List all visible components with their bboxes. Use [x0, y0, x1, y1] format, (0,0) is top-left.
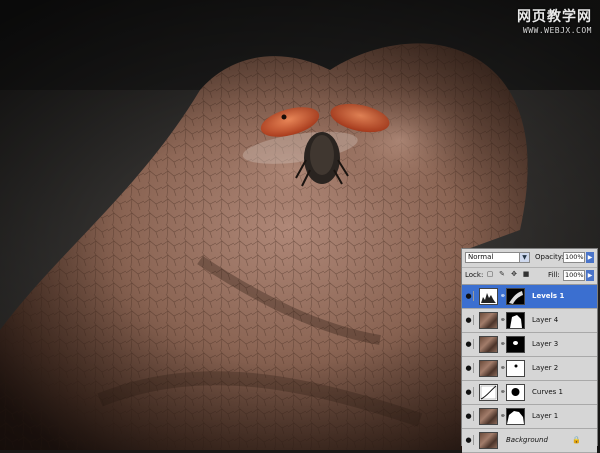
layer-row-layer-3[interactable]: ● ⚭ Layer 3 — [462, 333, 597, 357]
layers-panel: Normal ▼ Opacity: 100% ▶ Lock: ▢ ✎ ✥ ■ F… — [461, 248, 598, 453]
lock-fill-row: Lock: ▢ ✎ ✥ ■ Fill: 100% ▶ — [462, 267, 597, 285]
layer-name: Layer 4 — [532, 316, 559, 324]
eye-icon[interactable]: ● — [464, 387, 474, 397]
lock-all-icon[interactable]: ■ — [522, 270, 530, 279]
layer-row-levels-1[interactable]: ● ⚭ Levels 1 — [462, 285, 597, 309]
photo-thumbnail — [479, 432, 498, 449]
eye-icon[interactable]: ● — [464, 435, 474, 445]
opacity-input[interactable]: 100% — [563, 252, 585, 263]
blend-mode-value: Normal — [468, 253, 494, 261]
layer-row-layer-1[interactable]: ● ⚭ Layer 1 — [462, 405, 597, 429]
photo-thumbnail — [479, 360, 498, 377]
layer-name: Curves 1 — [532, 388, 563, 396]
layer-row-background[interactable]: ● Background 🔒 — [462, 429, 597, 453]
photo-thumbnail — [479, 312, 498, 329]
curves-adjustment-icon — [479, 384, 498, 401]
layer-name: Background — [506, 436, 548, 444]
fill-slider-button[interactable]: ▶ — [586, 270, 594, 281]
eye-icon[interactable]: ● — [464, 339, 474, 349]
layer-row-curves-1[interactable]: ● ⚭ Curves 1 — [462, 381, 597, 405]
mask-thumbnail[interactable] — [506, 288, 525, 305]
lock-transparency-icon[interactable]: ▢ — [486, 270, 494, 279]
lock-brush-icon[interactable]: ✎ — [498, 270, 506, 279]
chevron-down-icon: ▼ — [519, 253, 529, 262]
eye-icon[interactable]: ● — [464, 291, 474, 301]
opacity-slider-button[interactable]: ▶ — [586, 252, 594, 263]
link-icon: ⚭ — [500, 388, 506, 396]
mask-thumbnail[interactable] — [506, 384, 525, 401]
layers-list: ● ⚭ Levels 1 ● ⚭ Layer 4 ● ⚭ Layer 3 ● ⚭… — [462, 285, 597, 453]
eye-icon[interactable]: ● — [464, 363, 474, 373]
layer-row-layer-2[interactable]: ● ⚭ Layer 2 — [462, 357, 597, 381]
mask-thumbnail[interactable] — [506, 336, 525, 353]
lock-icon: 🔒 — [572, 436, 581, 444]
eye-icon[interactable]: ● — [464, 411, 474, 421]
fill-label: Fill: — [548, 271, 560, 279]
watermark-url: WWW.WEBJX.COM — [522, 26, 592, 35]
opacity-label: Opacity: — [535, 253, 564, 261]
link-icon: ⚭ — [500, 412, 506, 420]
levels-adjustment-icon — [479, 288, 498, 305]
mask-thumbnail[interactable] — [506, 360, 525, 377]
watermark: 网页教学网 WWW.WEBJX.COM — [517, 6, 592, 35]
photo-thumbnail — [479, 408, 498, 425]
layer-row-layer-4[interactable]: ● ⚭ Layer 4 — [462, 309, 597, 333]
mask-thumbnail[interactable] — [506, 312, 525, 329]
link-icon: ⚭ — [500, 364, 506, 372]
link-icon: ⚭ — [500, 292, 506, 300]
link-icon: ⚭ — [500, 316, 506, 324]
layer-name: Layer 1 — [532, 412, 559, 420]
layer-name: Layer 2 — [532, 364, 559, 372]
lock-label: Lock: — [465, 271, 484, 279]
watermark-site-name: 网页教学网 — [517, 9, 592, 25]
blend-mode-select[interactable]: Normal ▼ — [465, 252, 530, 263]
lock-move-icon[interactable]: ✥ — [510, 270, 518, 279]
layer-name: Levels 1 — [532, 292, 565, 300]
photo-thumbnail — [479, 336, 498, 353]
link-icon: ⚭ — [500, 340, 506, 348]
mask-thumbnail[interactable] — [506, 408, 525, 425]
eye-icon[interactable]: ● — [464, 315, 474, 325]
fill-input[interactable]: 100% — [563, 270, 585, 281]
layer-name: Layer 3 — [532, 340, 559, 348]
blend-opacity-row: Normal ▼ Opacity: 100% ▶ — [462, 249, 597, 268]
